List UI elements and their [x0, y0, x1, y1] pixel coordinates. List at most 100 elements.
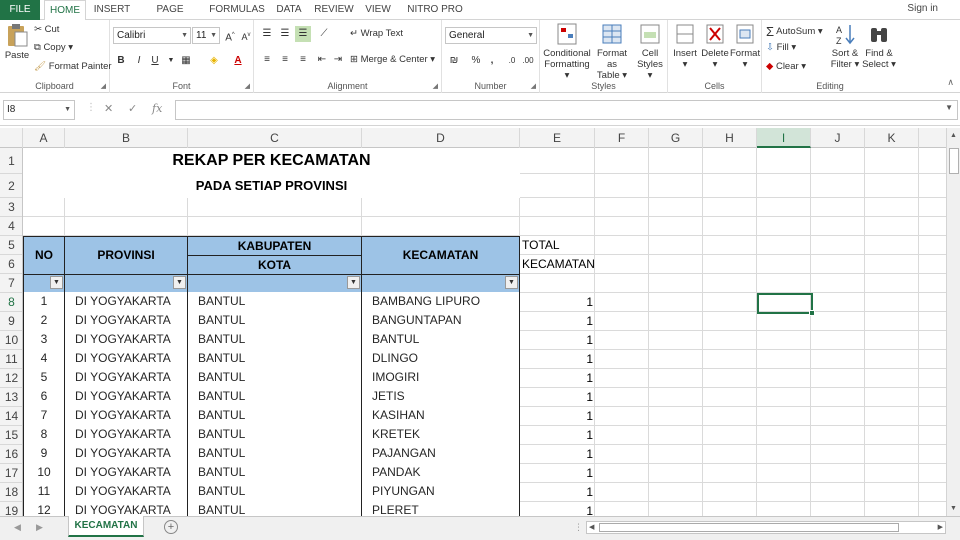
column-header[interactable]: K — [865, 128, 919, 148]
cell-provinsi[interactable]: DI YOGYAKARTA — [64, 406, 188, 426]
cell-no[interactable]: 9 — [23, 444, 65, 464]
fill-handle[interactable] — [809, 310, 815, 316]
sheet-title[interactable]: REKAP PER KECAMATAN — [23, 148, 520, 174]
column-header[interactable]: H — [703, 128, 757, 148]
dialog-launcher-icon[interactable]: ◢ — [433, 82, 438, 90]
next-sheet-icon[interactable]: ▶ — [36, 522, 43, 533]
wrap-text-button[interactable]: ↵ Wrap Text — [350, 28, 403, 39]
decrease-indent-icon[interactable]: ⇤ — [314, 52, 330, 68]
scroll-up-icon[interactable]: ▲ — [950, 132, 957, 139]
find-select-button[interactable]: Find & Select ▾ — [862, 22, 896, 70]
align-middle-icon[interactable]: ☰ — [277, 26, 293, 42]
merge-center-button[interactable]: ⊞ Merge & Center ▾ — [350, 54, 435, 65]
cell-kecamatan[interactable]: BANTUL — [361, 330, 520, 350]
cut-button[interactable]: ✂ Cut — [34, 24, 59, 35]
paste-button[interactable]: Paste — [3, 22, 31, 61]
cell-kota[interactable]: BANTUL — [187, 292, 362, 312]
cell-kota[interactable]: BANTUL — [187, 368, 362, 388]
cell-kecamatan[interactable]: PAJANGAN — [361, 444, 520, 464]
column-header[interactable]: E — [520, 128, 595, 148]
row-header[interactable]: 9 — [0, 312, 22, 331]
column-header[interactable]: C — [188, 128, 362, 148]
font-size-dropdown[interactable]: 11 ▼ — [192, 27, 220, 44]
number-format-dropdown[interactable]: General ▼ — [445, 27, 537, 44]
cell-provinsi[interactable]: DI YOGYAKARTA — [64, 463, 188, 483]
cell-styles-button[interactable]: Cell Styles ▾ — [634, 22, 666, 81]
cell-kota[interactable]: BANTUL — [187, 387, 362, 407]
cell-provinsi[interactable]: DI YOGYAKARTA — [64, 444, 188, 464]
fill-color-icon[interactable]: ◈ — [206, 53, 222, 69]
format-painter-button[interactable]: 🖌 Format Painter — [34, 61, 112, 72]
cell-kota[interactable]: BANTUL — [187, 425, 362, 445]
cell-total[interactable]: 1 — [521, 331, 593, 350]
cell-total[interactable]: 1 — [521, 293, 593, 312]
column-header[interactable]: J — [811, 128, 865, 148]
tab-insert[interactable]: INSERT — [90, 0, 134, 20]
scroll-down-icon[interactable]: ▼ — [950, 505, 957, 512]
align-left-icon[interactable]: ≡ — [259, 52, 275, 68]
conditional-formatting-button[interactable]: Conditional Formatting ▾ — [542, 22, 592, 81]
cell-kota[interactable]: BANTUL — [187, 311, 362, 331]
cell-no[interactable]: 12 — [23, 501, 65, 516]
autosum-button[interactable]: Σ AutoSum ▾ — [766, 24, 823, 39]
cell-kecamatan[interactable]: KRETEK — [361, 425, 520, 445]
comma-button[interactable]: , — [484, 53, 500, 69]
tab-file[interactable]: FILE — [0, 0, 40, 20]
header-kecamatan[interactable]: KECAMATAN — [361, 236, 520, 275]
horizontal-scroll-thumb[interactable] — [599, 523, 899, 532]
bold-button[interactable]: B — [113, 53, 129, 69]
row-header[interactable]: 6 — [0, 255, 22, 274]
cell-provinsi[interactable]: DI YOGYAKARTA — [64, 292, 188, 312]
filter-dropdown-icon[interactable]: ▼ — [50, 276, 63, 289]
row-header[interactable]: 15 — [0, 426, 22, 445]
cell-total[interactable]: 1 — [521, 483, 593, 502]
header-kabupaten[interactable]: KABUPATEN — [187, 236, 362, 256]
delete-button[interactable]: Delete ▾ — [700, 22, 730, 70]
cell-no[interactable]: 11 — [23, 482, 65, 502]
cell-kota[interactable]: BANTUL — [187, 482, 362, 502]
tab-review[interactable]: REVIEW — [312, 0, 356, 20]
cell-provinsi[interactable]: DI YOGYAKARTA — [64, 482, 188, 502]
cell-kota[interactable]: BANTUL — [187, 463, 362, 483]
cell-total[interactable]: 1 — [521, 445, 593, 464]
cell-kecamatan[interactable]: PLERET — [361, 501, 520, 516]
cell-provinsi[interactable]: DI YOGYAKARTA — [64, 387, 188, 407]
row-header[interactable]: 11 — [0, 350, 22, 369]
selected-cell[interactable] — [757, 293, 815, 316]
cell-provinsi[interactable]: DI YOGYAKARTA — [64, 501, 188, 516]
row-header[interactable]: 4 — [0, 217, 22, 236]
cell-kota[interactable]: BANTUL — [187, 330, 362, 350]
row-header[interactable]: 13 — [0, 388, 22, 407]
currency-icon[interactable]: ₪ — [446, 53, 462, 69]
header-kota[interactable]: KOTA — [187, 255, 362, 275]
cell-kecamatan[interactable]: PANDAK — [361, 463, 520, 483]
align-bottom-icon[interactable]: ☰ — [295, 26, 311, 42]
cell-total[interactable]: 1 — [521, 388, 593, 407]
cell-total[interactable]: 1 — [521, 426, 593, 445]
borders-icon[interactable]: ▦ — [178, 53, 194, 69]
cell-kecamatan[interactable]: IMOGIRI — [361, 368, 520, 388]
cell-no[interactable]: 3 — [23, 330, 65, 350]
prev-sheet-icon[interactable]: ◀ — [14, 522, 21, 533]
column-header[interactable]: G — [649, 128, 703, 148]
filter-dropdown-icon[interactable]: ▼ — [505, 276, 518, 289]
row-header[interactable]: 7 — [0, 274, 22, 293]
row-header[interactable]: 17 — [0, 464, 22, 483]
header-total-kecamatan[interactable]: KECAMATAN — [521, 255, 595, 274]
column-header[interactable]: F — [595, 128, 649, 148]
cell-provinsi[interactable]: DI YOGYAKARTA — [64, 425, 188, 445]
cell-kecamatan[interactable]: JETIS — [361, 387, 520, 407]
row-header[interactable]: 1 — [0, 148, 22, 174]
column-header[interactable]: A — [23, 128, 65, 148]
tab-formulas[interactable]: FORMULAS — [208, 0, 266, 20]
filter-dropdown-icon[interactable]: ▼ — [347, 276, 360, 289]
worksheet-grid[interactable]: REKAP PER KECAMATAN PADA SETIAP PROVINSI… — [23, 148, 946, 516]
font-name-dropdown[interactable]: Calibri ▼ — [113, 27, 191, 44]
sort-filter-button[interactable]: AZ Sort & Filter ▾ — [828, 22, 862, 70]
sheet-subtitle[interactable]: PADA SETIAP PROVINSI — [23, 174, 520, 198]
cancel-icon[interactable]: ✕ — [104, 102, 113, 115]
row-header[interactable]: 18 — [0, 483, 22, 502]
cell-kecamatan[interactable]: BANGUNTAPAN — [361, 311, 520, 331]
tab-page-layout[interactable]: PAGE LAYOUT — [138, 0, 202, 34]
insert-button[interactable]: Insert ▾ — [670, 22, 700, 70]
